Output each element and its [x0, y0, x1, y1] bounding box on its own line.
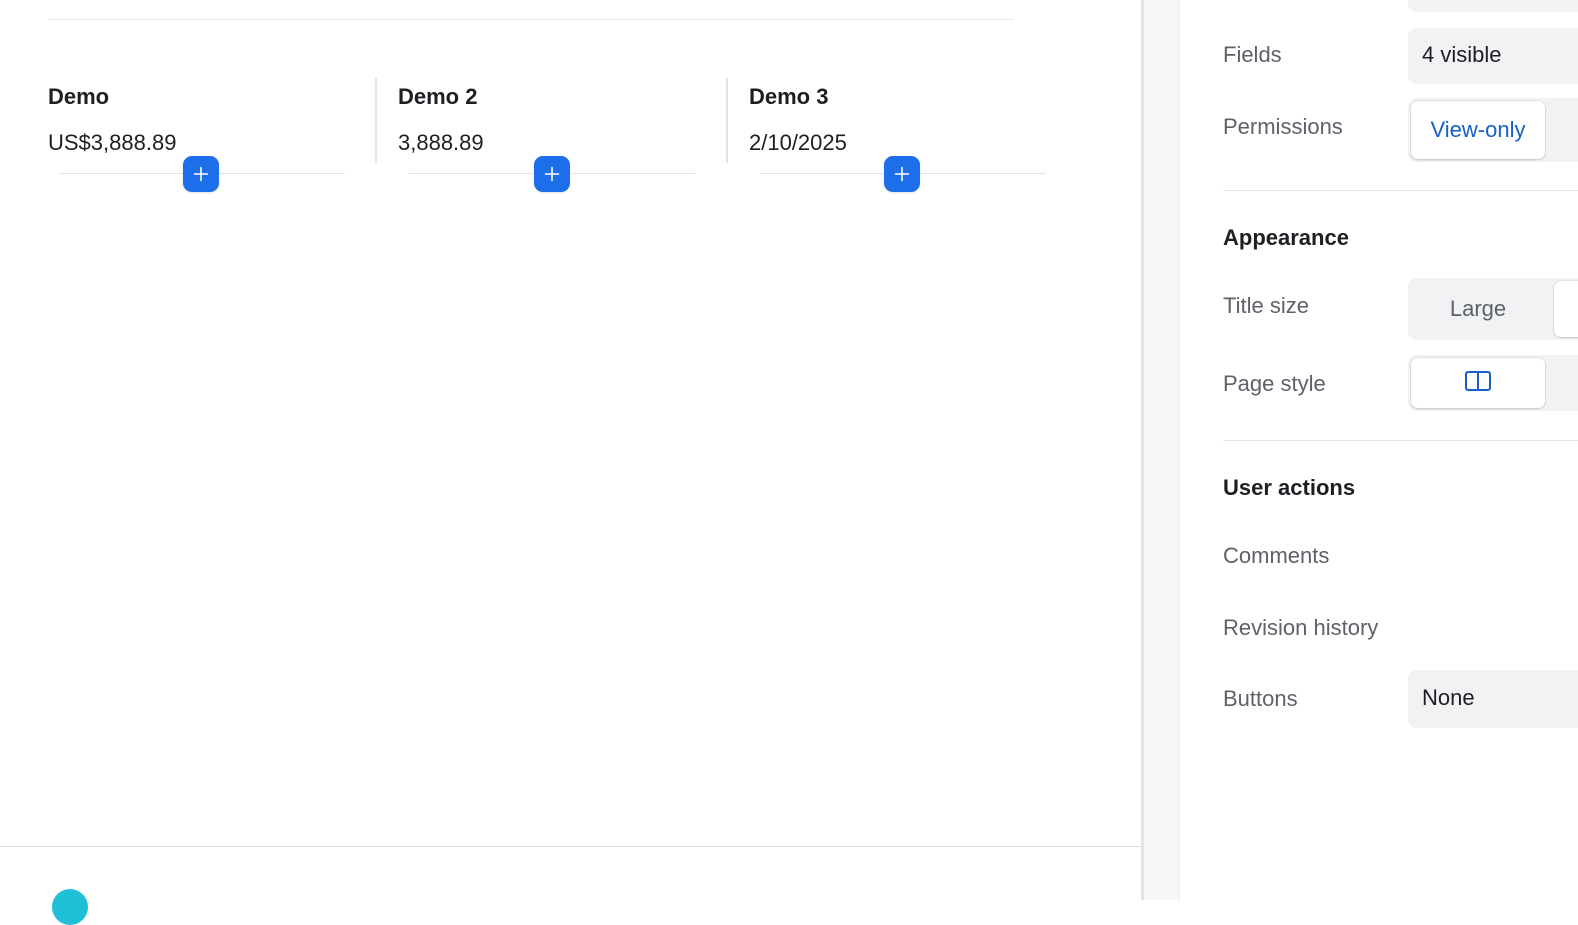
field-block-demo-2[interactable]: Demo 2 3,888.89: [398, 78, 698, 163]
plus-icon: [894, 166, 910, 182]
field-block-demo[interactable]: Demo US$3,888.89: [48, 78, 348, 163]
title-size-option-label: Large: [1449, 296, 1507, 321]
add-field-button[interactable]: [884, 156, 920, 192]
page-canvas: Demo US$3,888.89 Demo 2 3,888.89 Demo 3 …: [0, 0, 1143, 925]
add-field-button[interactable]: [183, 156, 219, 192]
field-value: 2/10/2025: [749, 130, 847, 155]
column-separator: [375, 78, 377, 163]
column-separator: [726, 78, 728, 163]
divider: [48, 19, 1014, 20]
page-style-label: Page style: [1223, 371, 1326, 396]
permissions-option-view-only[interactable]: View-only: [1411, 101, 1545, 159]
title-size-label: Title size: [1223, 293, 1309, 318]
buttons-label: Buttons: [1223, 686, 1298, 711]
setting-control[interactable]: [1408, 0, 1578, 12]
permissions-segmented-control: View-only: [1408, 98, 1578, 162]
field-block-demo-3[interactable]: Demo 3 2/10/2025: [749, 78, 1049, 163]
permissions-option-label: View-only: [1430, 117, 1526, 142]
title-size-option-large[interactable]: Large: [1411, 281, 1545, 337]
fields-value: 4 visible: [1422, 42, 1502, 67]
field-label: Demo: [48, 84, 110, 109]
plus-icon: [193, 166, 209, 182]
permissions-label: Permissions: [1223, 114, 1343, 139]
comments-label: Comments: [1223, 543, 1330, 568]
fields-dropdown[interactable]: 4 visible: [1408, 28, 1578, 84]
revision-history-label: Revision history: [1223, 615, 1379, 640]
add-field-button[interactable]: [534, 156, 570, 192]
title-size-segmented-control: Large: [1408, 278, 1578, 340]
split-layout-icon: [1465, 370, 1491, 396]
field-value: 3,888.89: [398, 130, 484, 155]
field-label: Demo 2: [398, 84, 478, 109]
divider: [1223, 190, 1578, 191]
page-style-option-split[interactable]: [1411, 358, 1545, 408]
fields-label: Fields: [1223, 42, 1282, 67]
avatar[interactable]: [52, 889, 88, 925]
panel-gutter: [1144, 0, 1180, 900]
title-size-option-next[interactable]: [1554, 281, 1578, 337]
divider: [1223, 440, 1578, 441]
user-actions-heading: User actions: [1223, 475, 1356, 500]
buttons-value: None: [1422, 685, 1475, 710]
buttons-dropdown[interactable]: None: [1408, 670, 1578, 728]
page-style-segmented-control: [1408, 355, 1578, 411]
appearance-heading: Appearance: [1223, 225, 1349, 250]
footer-divider: [0, 846, 1143, 847]
plus-icon: [544, 166, 560, 182]
field-value: US$3,888.89: [48, 130, 177, 155]
settings-panel: Fields 4 visible Permissions View-only A…: [1180, 0, 1578, 900]
field-label: Demo 3: [749, 84, 829, 109]
